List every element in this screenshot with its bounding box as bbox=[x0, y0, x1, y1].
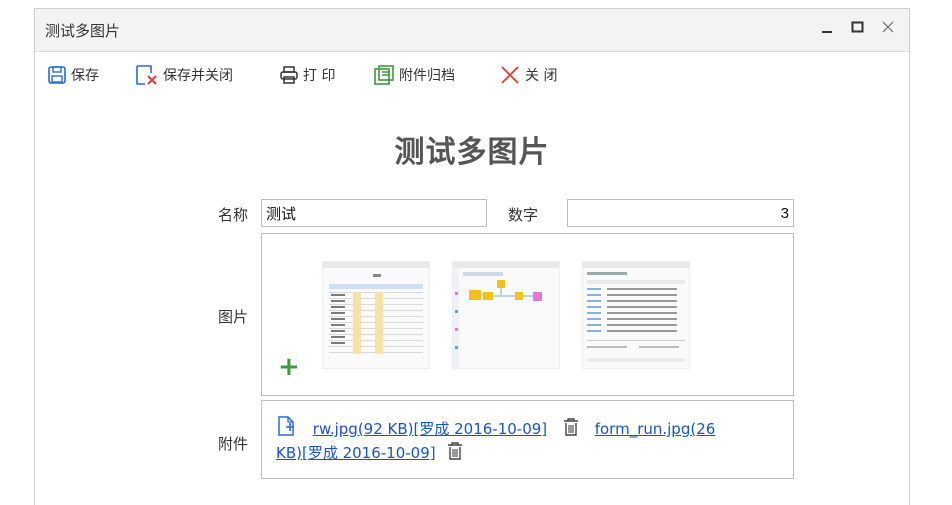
image-gallery: + bbox=[261, 233, 794, 396]
archive-button[interactable]: 附件归档 bbox=[373, 59, 455, 91]
trash-icon[interactable] bbox=[562, 417, 580, 441]
save-button[interactable]: 保存 bbox=[47, 59, 99, 91]
form-window: 测试多图片 保存 保存并关闭 打 印 附件归档 关 闭 测试多图片 名称 测试 … bbox=[34, 8, 910, 505]
attachment-link-2a[interactable]: form_run.jpg(26 bbox=[595, 420, 716, 438]
attachment-link-1[interactable]: rw.jpg(92 KB)[罗成 2016-10-09] bbox=[313, 420, 547, 438]
image-thumbnail-2[interactable] bbox=[452, 261, 560, 369]
name-field[interactable] bbox=[261, 199, 487, 227]
print-button[interactable]: 打 印 bbox=[279, 59, 335, 91]
close-x-icon bbox=[501, 66, 519, 84]
save-close-icon bbox=[136, 65, 157, 85]
window-close-icon[interactable] bbox=[877, 17, 899, 41]
attachments-label: 附件 bbox=[218, 435, 249, 453]
trash-icon[interactable] bbox=[446, 441, 464, 465]
add-image-button[interactable]: + bbox=[278, 352, 300, 382]
maximize-icon[interactable] bbox=[847, 17, 869, 41]
number-field[interactable] bbox=[567, 199, 794, 227]
save-close-label: 保存并关闭 bbox=[163, 68, 233, 84]
archive-icon bbox=[374, 65, 394, 85]
images-label: 图片 bbox=[218, 308, 249, 326]
window-title: 测试多图片 bbox=[45, 22, 121, 40]
close-button[interactable]: 关 闭 bbox=[499, 59, 557, 91]
attachments-panel: rw.jpg(92 KB)[罗成 2016-10-09] form_run.jp… bbox=[261, 400, 794, 479]
save-close-button[interactable]: 保存并关闭 bbox=[135, 59, 233, 91]
toolbar: 保存 保存并关闭 打 印 附件归档 关 闭 bbox=[35, 59, 909, 93]
close-label: 关 闭 bbox=[525, 68, 558, 84]
print-icon bbox=[280, 66, 298, 84]
attachment-line-1: rw.jpg(92 KB)[罗成 2016-10-09] form_run.jp… bbox=[276, 415, 715, 441]
number-label: 数字 bbox=[508, 206, 539, 224]
save-label: 保存 bbox=[71, 68, 99, 84]
attachment-link-2b[interactable]: KB)[罗成 2016-10-09] bbox=[276, 444, 436, 462]
save-icon bbox=[48, 66, 66, 84]
name-label: 名称 bbox=[218, 206, 249, 224]
image-thumbnail-3[interactable] bbox=[582, 261, 690, 369]
title-bar: 测试多图片 bbox=[35, 9, 909, 52]
minimize-icon[interactable] bbox=[817, 17, 839, 41]
attachment-line-2: KB)[罗成 2016-10-09] bbox=[276, 441, 464, 465]
archive-label: 附件归档 bbox=[399, 68, 455, 84]
form-heading: 测试多图片 bbox=[394, 135, 550, 170]
add-file-icon[interactable] bbox=[276, 415, 298, 441]
print-label: 打 印 bbox=[303, 68, 336, 84]
image-thumbnail-1[interactable] bbox=[322, 261, 430, 369]
